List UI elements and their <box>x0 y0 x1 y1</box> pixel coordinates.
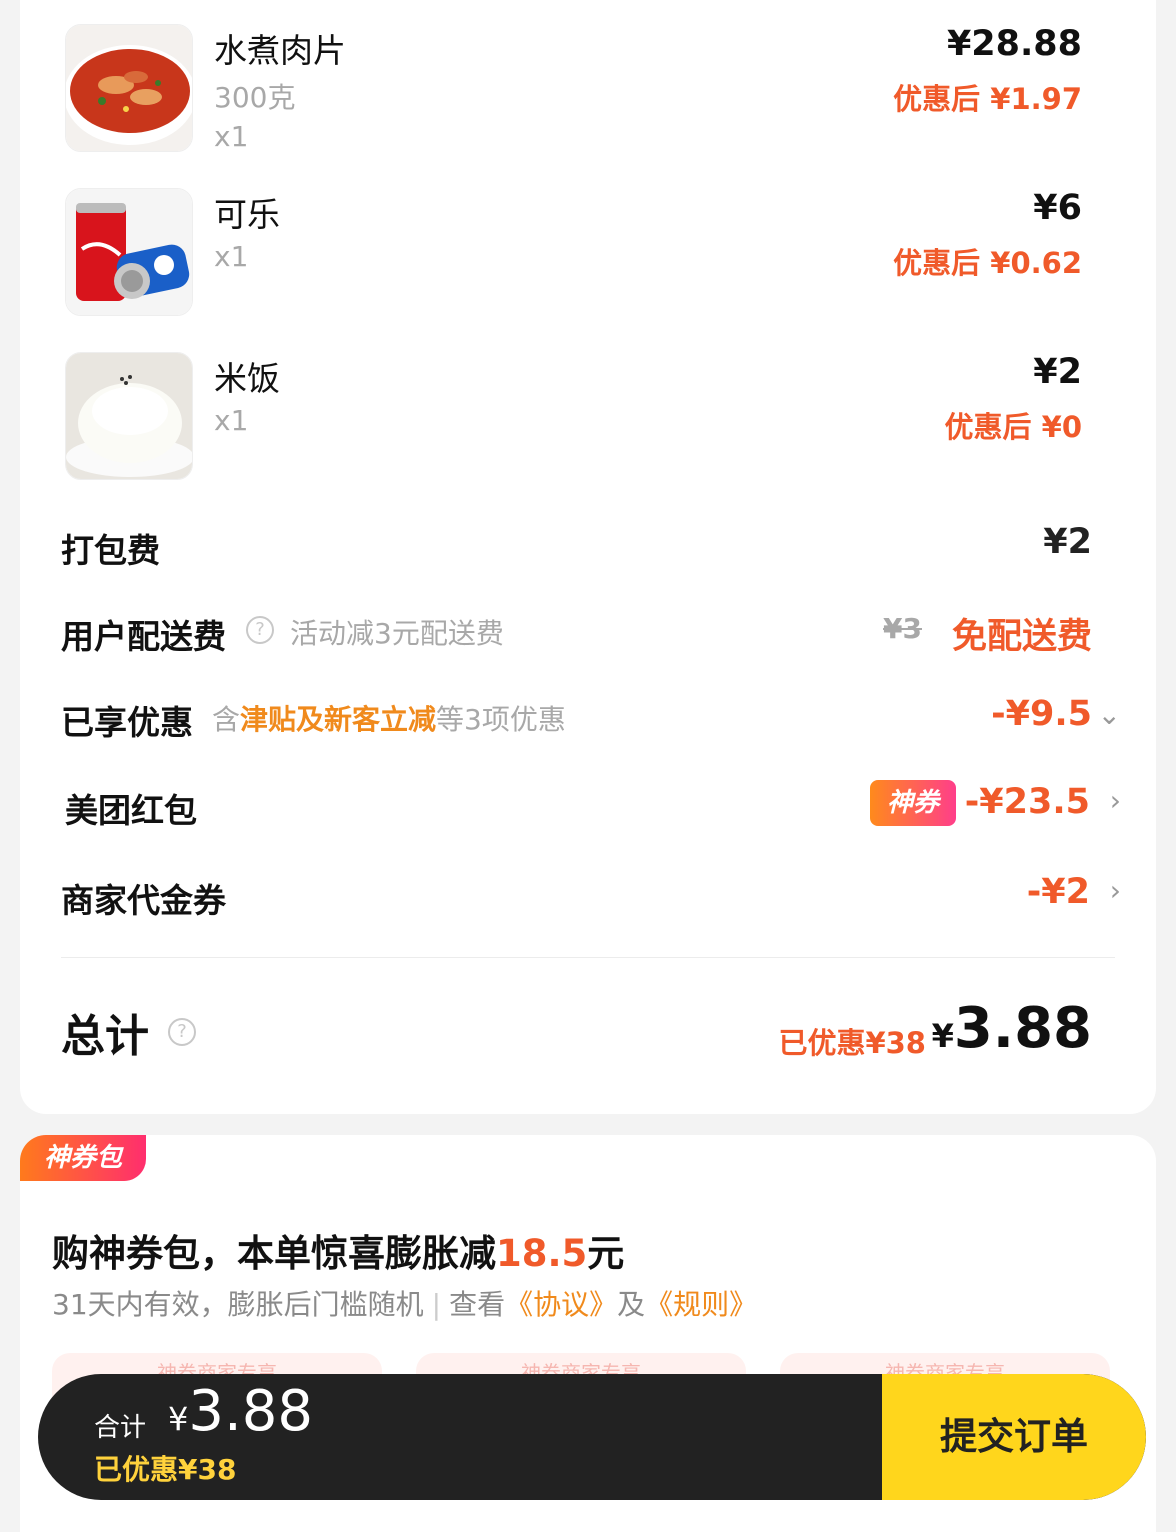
delivery-fee-value: 免配送费 <box>951 617 1092 657</box>
coupon-pack-tag: 神券包 <box>20 1135 146 1181</box>
checkout-total-value: ¥3.88 <box>168 1379 313 1444</box>
coupon-pack-title: 购神券包，本单惊喜膨胀减18.5元 <box>52 1223 624 1277</box>
item-discounted-price: 优惠后 ¥0 <box>944 410 1082 444</box>
item-price: ¥6 <box>1033 188 1082 228</box>
item-quantity: x1 <box>214 120 249 153</box>
order-item: 可乐 x1 ¥6 优惠后 ¥0.62 <box>20 188 1156 328</box>
packing-fee-label: 打包费 <box>61 531 160 570</box>
coupon-pack-title-suffix: 元 <box>587 1232 625 1275</box>
separator: | <box>431 1288 442 1321</box>
checkout-total-label: 合计 <box>94 1413 147 1443</box>
packing-fee-row: 打包费 ¥2 <box>20 520 1156 580</box>
coupon-pack-and: 及 <box>617 1288 646 1321</box>
delivery-fee-note: 活动减3元配送费 <box>290 617 504 650</box>
submit-order-button[interactable]: 提交订单 <box>882 1374 1146 1500</box>
total-amount: 3.88 <box>953 996 1092 1061</box>
checkout-bar: 合计 ¥3.88 已优惠¥38 提交订单 <box>38 1374 1146 1500</box>
discounts-note: 含津贴及新客立减等3项优惠 <box>212 698 566 738</box>
delivery-fee-original: ¥3 <box>883 612 922 645</box>
merchant-voucher-row[interactable]: 商家代金券 -¥2 › <box>20 870 1156 930</box>
discounts-note-prefix: 含 <box>212 703 241 736</box>
chevron-down-icon[interactable]: ⌄ <box>1098 698 1121 731</box>
discounts-value: -¥9.5 <box>991 694 1092 734</box>
merchant-voucher-value: -¥2 <box>1026 872 1090 912</box>
item-quantity: x1 <box>214 404 249 437</box>
discounts-row[interactable]: 已享优惠 含津贴及新客立减等3项优惠 -¥9.5 ⌄ <box>20 692 1156 752</box>
order-item: 米饭 x1 ¥2 优惠后 ¥0 <box>20 352 1156 492</box>
item-discounted-price: 优惠后 ¥0.62 <box>893 246 1082 280</box>
order-item: 水煮肉片 300克 x1 ¥28.88 优惠后 ¥1.97 <box>20 24 1156 164</box>
discounts-note-suffix: 等3项优惠 <box>436 703 566 736</box>
boiled-pork-slices-image <box>65 24 193 152</box>
discounts-note-highlight: 津贴及新客立减 <box>240 703 437 736</box>
divider <box>61 957 1115 958</box>
total-label: 总计 <box>61 1011 149 1062</box>
rules-link[interactable]: 《规则》 <box>645 1288 757 1321</box>
item-name: 米饭 <box>214 359 280 398</box>
chevron-right-icon[interactable]: › <box>1110 784 1121 817</box>
checkout-saved: 已优惠¥38 <box>94 1453 237 1486</box>
merchant-voucher-label: 商家代金券 <box>61 881 226 920</box>
packing-fee-value: ¥2 <box>1043 522 1092 562</box>
chevron-right-icon[interactable]: › <box>1110 874 1121 907</box>
cola-cans-image <box>65 188 193 316</box>
coupon-pack-subtitle: 31天内有效，膨胀后门槛随机 | 查看《协议》及《规则》 <box>52 1283 757 1323</box>
item-price: ¥28.88 <box>946 24 1082 64</box>
item-name: 可乐 <box>214 195 280 234</box>
delivery-fee-label: 用户配送费 <box>61 617 226 656</box>
item-name: 水煮肉片 <box>214 31 346 70</box>
agreement-link[interactable]: 《协议》 <box>505 1288 617 1321</box>
item-price: ¥2 <box>1033 352 1082 392</box>
red-packet-row[interactable]: 美团红包 -¥23.5 › <box>20 780 1156 840</box>
help-icon[interactable]: ? <box>168 1018 196 1046</box>
total-currency: ¥ <box>931 1017 954 1055</box>
coupon-pack-validity: 31天内有效，膨胀后门槛随机 <box>52 1288 424 1321</box>
discounts-label: 已享优惠 <box>61 703 193 742</box>
total-saved: 已优惠¥38 <box>778 1026 926 1060</box>
rice-bowl-image <box>65 352 193 480</box>
checkout-currency: ¥ <box>168 1400 189 1438</box>
item-spec: 300克 <box>214 81 296 114</box>
coupon-pack-amount: 18.5 <box>496 1232 588 1275</box>
help-icon[interactable]: ? <box>246 616 274 644</box>
red-packet-label: 美团红包 <box>65 791 197 830</box>
total-row: 总计 ? 已优惠¥38 ¥3.88 <box>20 996 1156 1070</box>
item-discounted-price: 优惠后 ¥1.97 <box>893 82 1082 116</box>
coupon-pack-view: 查看 <box>449 1288 506 1321</box>
checkout-amount: 3.88 <box>188 1379 314 1444</box>
delivery-fee-row: 用户配送费 ? 活动减3元配送费 ¥3 免配送费 <box>20 606 1156 666</box>
coupon-pack-title-prefix: 购神券包，本单惊喜膨胀减 <box>52 1232 496 1275</box>
item-quantity: x1 <box>214 240 249 273</box>
red-packet-value: -¥23.5 <box>964 782 1090 822</box>
order-summary-card: 水煮肉片 300克 x1 ¥28.88 优惠后 ¥1.97 可乐 x1 ¥6 优… <box>20 0 1156 1114</box>
total-value: ¥3.88 <box>932 996 1092 1061</box>
